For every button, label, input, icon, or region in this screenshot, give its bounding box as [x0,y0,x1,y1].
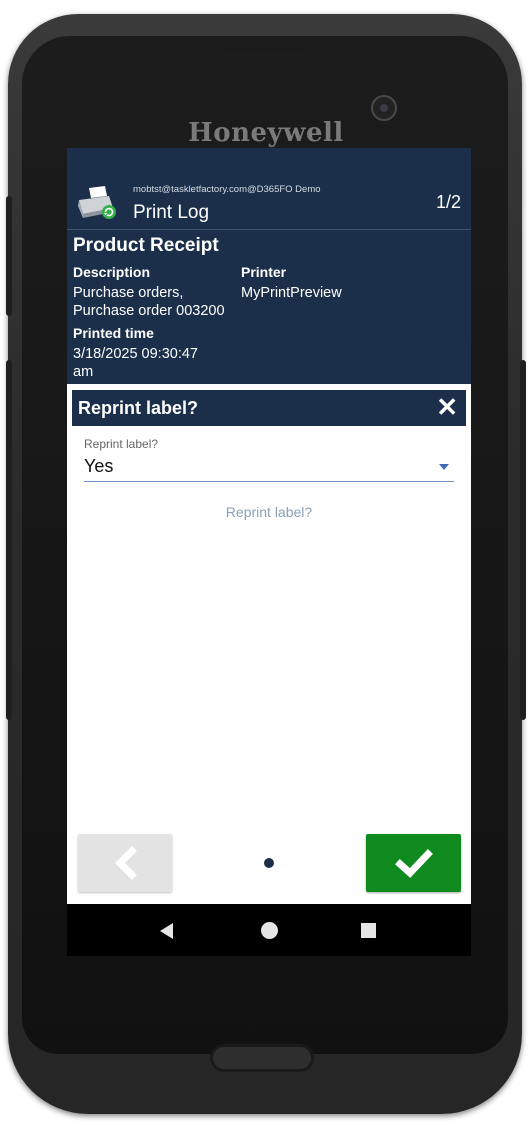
description-value-line2: Purchase order 003200 [73,303,225,319]
android-nav-bar [67,904,471,956]
printer-refresh-icon [75,182,119,222]
record-title: Product Receipt [73,235,219,256]
dialog-header: Reprint label? ✕ [72,390,466,426]
printer-value: MyPrintPreview [241,285,342,301]
printer-label: Printer [241,264,287,280]
nav-recent-apps-icon[interactable] [361,923,376,938]
close-icon[interactable]: ✕ [436,394,458,420]
printed-time-value-line2: am [73,364,94,380]
printed-time-value-line1: 3/18/2025 09:30:47 [73,346,198,362]
dialog-title: Reprint label? [78,398,199,418]
side-button-left-bottom [6,360,12,720]
front-camera [371,95,397,121]
app-header: mobtst@taskletfactory.com@D365FO Demo Pr… [67,148,471,384]
chevron-left-icon [115,846,137,880]
side-button-right [520,360,526,720]
speaker-grille [225,48,305,54]
page-title: Print Log [133,202,210,223]
confirm-button[interactable] [366,834,461,892]
field-hint: Reprint label? [225,504,313,520]
side-button-left-top [6,196,12,316]
nav-back-icon[interactable] [160,923,173,939]
page-indicator-dot [264,858,274,868]
dropdown-caret-icon[interactable] [439,464,449,470]
field-underline [84,481,454,482]
check-icon [395,849,433,878]
back-button[interactable] [78,834,172,892]
description-label: Description [73,264,151,280]
description-value-line1: Purchase orders, [73,285,184,301]
header-divider [67,229,471,230]
device-brand-logo: Honeywell [188,118,344,148]
nav-home-icon[interactable] [261,922,278,939]
printed-time-label: Printed time [73,325,154,341]
device-screen: mobtst@taskletfactory.com@D365FO Demo Pr… [67,148,471,956]
page-counter: 1/2 [435,192,461,212]
account-label: mobtst@taskletfactory.com@D365FO Demo [133,184,321,195]
hardware-home-button[interactable] [210,1044,314,1072]
reprint-select-value[interactable]: Yes [84,456,113,477]
field-caption: Reprint label? [84,437,159,451]
